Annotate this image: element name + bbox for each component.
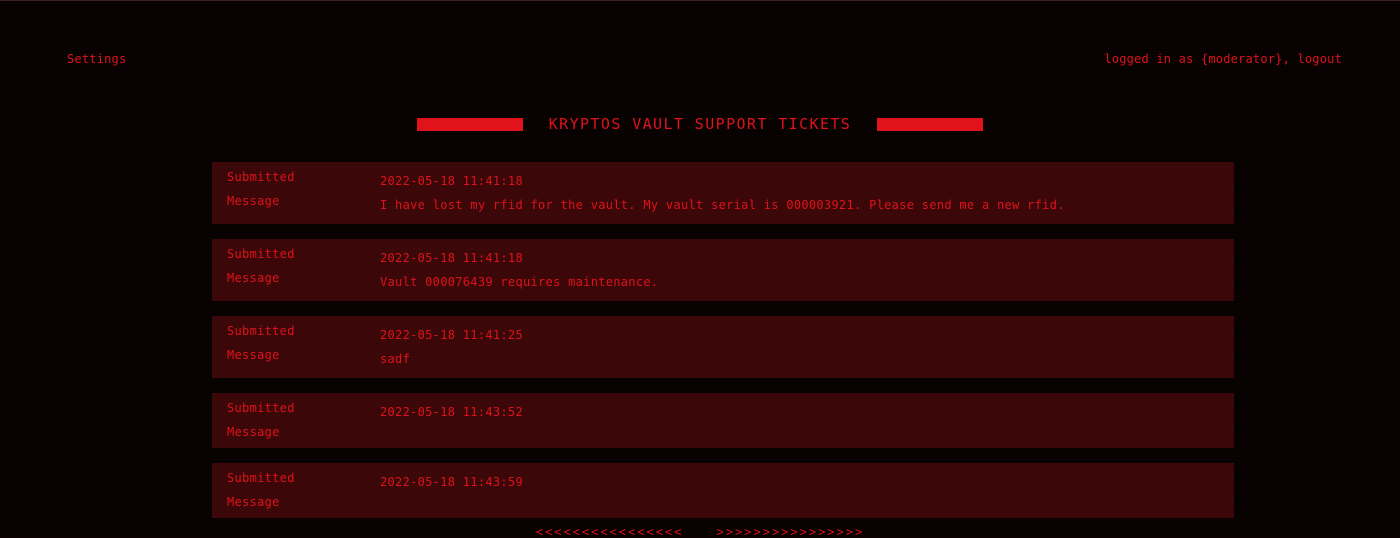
submitted-label: Submitted [227,170,295,184]
title-bar: KRYPTOS VAULT SUPPORT TICKETS [0,113,1400,135]
ticket-message: sadf [380,352,411,366]
submitted-timestamp: 2022-05-18 11:43:59 [380,475,523,489]
title-decoration-left [416,117,523,131]
page-title: KRYPTOS VAULT SUPPORT TICKETS [548,115,852,133]
ticket-card: Submitted Message 2022-05-18 11:41:18 Va… [212,239,1234,301]
submitted-timestamp: 2022-05-18 11:43:52 [380,405,523,419]
submitted-label: Submitted [227,471,295,485]
submitted-timestamp: 2022-05-18 11:41:18 [380,174,523,188]
ticket-card: Submitted Message 2022-05-18 11:43:59 [212,463,1234,518]
message-label: Message [227,271,280,285]
ticket-list: Submitted Message 2022-05-18 11:41:18 I … [212,162,1234,533]
submitted-label: Submitted [227,324,295,338]
next-page-arrows[interactable]: >>>>>>>>>>>>>>>> [717,525,865,538]
submitted-label: Submitted [227,401,295,415]
ticket-card: Submitted Message 2022-05-18 11:41:25 sa… [212,316,1234,378]
pagination: <<<<<<<<<<<<<<<< >>>>>>>>>>>>>>>> [0,525,1400,538]
top-border [0,0,1400,1]
message-label: Message [227,348,280,362]
message-label: Message [227,495,280,509]
ticket-message: Vault 000076439 requires maintenance. [380,275,659,289]
submitted-timestamp: 2022-05-18 11:41:25 [380,328,523,342]
ticket-card: Submitted Message 2022-05-18 11:41:18 I … [212,162,1234,224]
submitted-label: Submitted [227,247,295,261]
user-status-logout-link[interactable]: logged in as {moderator}, logout [1104,52,1342,66]
ticket-message: I have lost my rfid for the vault. My va… [380,198,1065,212]
submitted-timestamp: 2022-05-18 11:41:18 [380,251,523,265]
ticket-card: Submitted Message 2022-05-18 11:43:52 [212,393,1234,448]
title-decoration-right [877,117,984,131]
settings-link[interactable]: Settings [67,52,126,66]
message-label: Message [227,425,280,439]
message-label: Message [227,194,280,208]
previous-page-arrows[interactable]: <<<<<<<<<<<<<<<< [536,525,684,538]
